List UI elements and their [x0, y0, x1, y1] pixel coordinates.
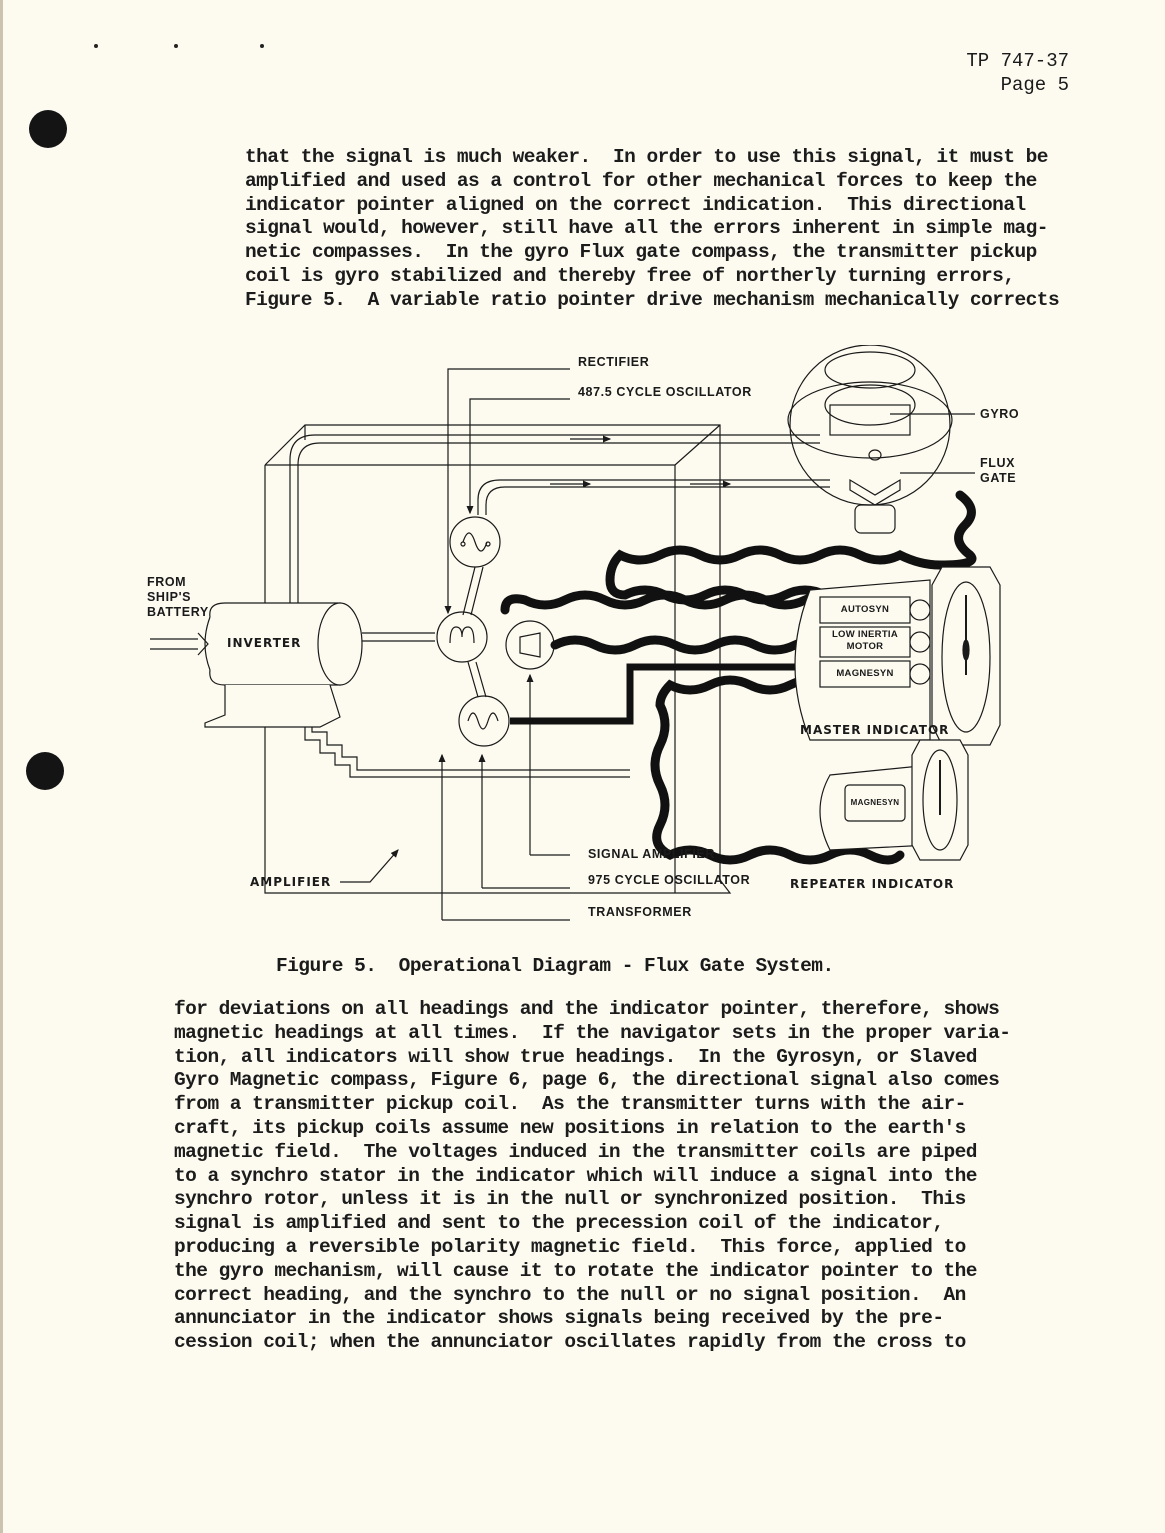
- label-flux-gate: FLUX GATE: [980, 456, 1017, 485]
- cable-amp-to-motor: [550, 635, 840, 655]
- margin-dot: [174, 44, 178, 48]
- master-indicator-unit: [794, 566, 1001, 746]
- text-line: amplified and used as a control for othe…: [245, 169, 1037, 192]
- text-line: for deviations on all headings and the i…: [174, 998, 1000, 1020]
- text-line: annunciator in the indicator shows signa…: [174, 1307, 944, 1330]
- doc-number: TP 747-37: [966, 50, 1069, 72]
- paragraph-top: that the signal is much weaker. In order…: [245, 146, 1060, 313]
- label-amplifier: AMPLIFIER: [250, 875, 332, 889]
- text-line: signal is amplified and sent to the prec…: [174, 1212, 944, 1235]
- oscillator-487-leader: [466, 398, 570, 515]
- paragraph-bottom: for deviations on all headings and the i…: [174, 998, 1011, 1355]
- label-signal-amplifier: SIGNAL AMPLIFIER: [588, 847, 715, 861]
- text-line: producing a reversible polarity magnetic…: [174, 1235, 966, 1258]
- binder-hole: [26, 752, 64, 790]
- text-line: signal would, however, still have all th…: [245, 217, 1049, 240]
- paper-edge: [0, 0, 3, 1533]
- rectifier-leader: [444, 368, 570, 615]
- pipe-flux-gate: [477, 479, 830, 515]
- label-magnesyn-repeater: MAGNESYN: [850, 798, 900, 807]
- label-rectifier: RECTIFIER: [578, 355, 650, 369]
- oscillator-975-symbol: [458, 695, 510, 747]
- text-line: coil is gyro stabilized and thereby free…: [245, 264, 1015, 287]
- text-line: cession coil; when the annunciator oscil…: [174, 1331, 966, 1354]
- text-line: craft, its pickup coils assume new posit…: [174, 1116, 966, 1139]
- label-low-inertia-motor: LOW INERTIA MOTOR: [831, 629, 899, 652]
- amplifier-leader: [340, 849, 399, 883]
- binder-hole: [29, 110, 67, 148]
- gyro-unit: [787, 345, 953, 534]
- text-line: the gyro mechanism, will cause it to rot…: [174, 1259, 978, 1282]
- margin-dot: [260, 44, 264, 48]
- text-line: Figure 5. A variable ratio pointer drive…: [245, 288, 1060, 311]
- text-line: magnetic field. The voltages induced in …: [174, 1140, 978, 1163]
- label-oscillator-487: 487.5 CYCLE OSCILLATOR: [578, 385, 752, 399]
- figure-caption: Figure 5. Operational Diagram - Flux Gat…: [276, 955, 834, 977]
- signal-amplifier-symbol: [505, 620, 555, 670]
- label-oscillator-975: 975 CYCLE OSCILLATOR: [588, 873, 751, 887]
- text-line: indicator pointer aligned on the correct…: [245, 193, 1026, 216]
- text-line: that the signal is much weaker. In order…: [245, 146, 1049, 168]
- text-line: magnetic headings at all times. If the n…: [174, 1021, 1011, 1044]
- page-header: TP 747-37 Page 5: [966, 49, 1069, 97]
- page-number: Page 5: [1000, 74, 1069, 96]
- inverter-unit: [150, 602, 363, 728]
- margin-dot: [94, 44, 98, 48]
- label-magnesyn-master: MAGNESYN: [836, 668, 894, 679]
- pipe-gyro: [289, 434, 820, 605]
- label-repeater-indicator: REPEATER INDICATOR: [790, 877, 955, 891]
- text-line: correct heading, and the synchro to the …: [174, 1283, 966, 1306]
- flux-gate-diagram: RECTIFIER 487.5 CYCLE OSCILLATOR GYRO FL…: [130, 345, 1050, 935]
- text-line: from a transmitter pickup coil. As the t…: [174, 1093, 966, 1116]
- text-line: netic compasses. In the gyro Flux gate c…: [245, 241, 1037, 264]
- text-line: Gyro Magnetic compass, Figure 6, page 6,…: [174, 1069, 1000, 1092]
- label-autosyn: AUTOSYN: [840, 604, 890, 615]
- label-master-indicator: MASTER INDICATOR: [800, 723, 950, 737]
- label-gyro: GYRO: [980, 407, 1020, 421]
- label-transformer: TRANSFORMER: [588, 905, 692, 919]
- label-inverter: INVERTER: [227, 636, 302, 650]
- text-line: to a synchro stator in the indicator whi…: [174, 1164, 978, 1187]
- text-line: tion, all indicators will show true head…: [174, 1045, 978, 1068]
- label-from-battery: FROM SHIP'S BATTERY: [147, 575, 209, 619]
- text-line: synchro rotor, unless it is in the null …: [174, 1188, 966, 1211]
